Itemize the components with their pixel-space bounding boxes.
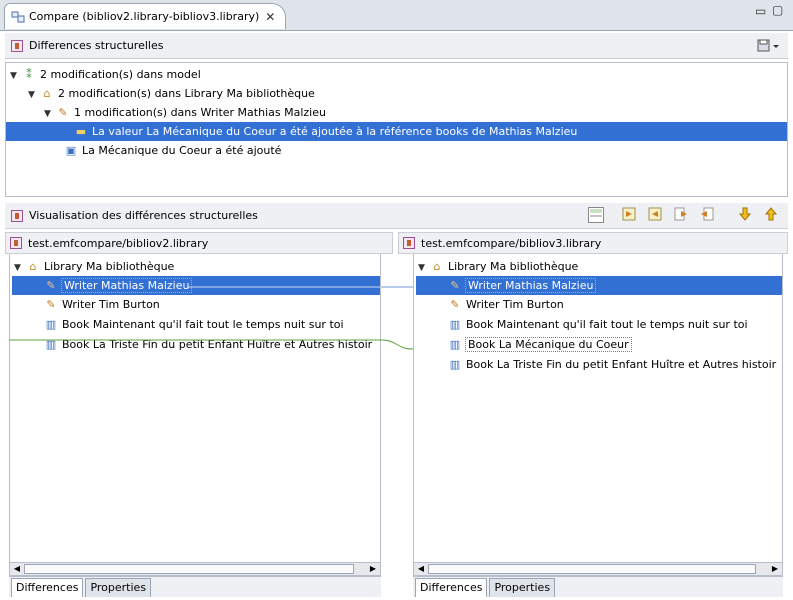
tree-row-label: Writer Mathias Malzieu [464,278,597,293]
tab-properties[interactable]: Properties [85,578,152,597]
copy-all-left-icon [648,207,662,221]
visualisation-header: Visualisation des différences structurel… [5,203,788,229]
editor-tab-title: Compare (bibliov2.library-bibliov3.libra… [29,10,260,23]
toggle-layout-button[interactable] [588,207,604,223]
export-menu-button[interactable] [756,38,782,54]
compare-editor-icon [11,11,25,22]
right-pane-path: test.emfcompare/bibliov3.library [421,236,602,250]
structural-differences-title: Differences structurelles [29,39,164,52]
scroll-right-icon[interactable]: ▶ [366,563,380,575]
model-icon: ⁑ [26,68,32,81]
tab-differences[interactable]: Differences [415,578,488,597]
visualisation-title: Visualisation des différences structurel… [29,209,258,222]
structural-differences-header: Differences structurelles [5,33,788,59]
compare-icon [11,209,23,222]
close-icon[interactable]: ✕ [265,10,275,24]
connector-book [381,339,413,350]
tab-properties[interactable]: Properties [489,578,556,597]
right-bottom-tabs: Differences Properties [413,576,783,597]
scrollbar-thumb[interactable] [24,564,354,574]
previous-difference-button[interactable] [762,206,780,224]
tree-row[interactable]: ▼ ⌂ 2 modification(s) dans Library Ma bibl… [28,84,315,103]
copy-all-left-to-right-button[interactable] [620,206,638,224]
library-icon: ⌂ [29,260,37,273]
tree-row-label: 1 modification(s) dans Writer Mathias Ma… [74,106,326,119]
tree-row-label: Book La Triste Fin du petit Enfant Huîtr… [466,358,777,371]
tab-differences[interactable]: Differences [11,578,84,597]
left-horizontal-scrollbar[interactable]: ◀ ▶ [9,562,381,576]
tree-row-label: Writer Tim Burton [62,298,160,311]
book-icon: ▥ [449,338,461,351]
book-icon: ▥ [449,358,461,371]
tree-row[interactable]: ▼ ⌂ Library Ma bibliothèque [14,257,174,276]
editor-tab-compare[interactable]: Compare (bibliov2.library-bibliov3.libra… [4,3,286,29]
structural-differences-tree[interactable]: ▼ ⁑ 2 modification(s) dans model ▼ ⌂ 2 modif… [5,62,788,197]
scrollbar-thumb[interactable] [428,564,756,574]
copy-current-right-to-left-button[interactable] [698,206,716,224]
tree-row[interactable]: ✎ Writer Tim Burton [44,295,160,314]
left-pane-header: test.emfcompare/bibliov2.library [5,232,393,254]
copy-left-icon [701,207,714,221]
tree-row-label: Library Ma bibliothèque [448,260,579,273]
tree-row-label: Book La Mécanique du Coeur [465,337,632,352]
book-icon: ▥ [449,318,461,331]
writer-icon: ✎ [58,106,68,119]
compare-icon [10,237,22,249]
tree-row-label: La valeur La Mécanique du Coeur a été aj… [92,125,578,138]
compare-icon [11,39,23,52]
expanded-toggle-icon[interactable]: ▼ [10,67,22,86]
tree-row-selected[interactable]: ▬ La valeur La Mécanique du Coeur a été a… [6,122,787,141]
writer-icon: ✎ [450,279,460,292]
compare-icon [403,237,415,249]
scroll-right-icon[interactable]: ▶ [768,563,782,575]
right-pane-tree[interactable]: ▼ ⌂ Library Ma bibliothèque ✎ Writer Mathia… [413,254,783,562]
diff-connector-gutter [381,286,413,350]
maximize-icon[interactable]: ▢ [772,3,783,17]
tree-row-label: Library Ma bibliothèque [44,260,175,273]
tree-row-selected[interactable]: ✎ Writer Mathias Malzieu [416,276,782,295]
tree-row-label: La Mécanique du Coeur a été ajouté [82,144,282,157]
added-reference-icon: ▬ [75,125,87,138]
tree-row[interactable]: ▣ La Mécanique du Coeur a été ajouté [64,141,282,160]
tree-row[interactable]: ✎ Writer Tim Burton [448,295,564,314]
tree-row-label: Book Maintenant qu'il fait tout le temps… [466,318,748,331]
book-icon: ▥ [45,318,57,331]
arrow-up-icon [764,207,778,221]
copy-current-left-to-right-button[interactable] [672,206,690,224]
left-green-line [9,339,381,341]
arrow-down-icon [738,207,752,221]
right-horizontal-scrollbar[interactable]: ◀ ▶ [413,562,783,576]
copy-all-right-to-left-button[interactable] [646,206,664,224]
left-bottom-tabs: Differences Properties [9,576,381,597]
layout-icon [590,209,602,217]
tree-row[interactable]: ▼ ✎ 1 modification(s) dans Writer Mathias … [44,103,326,122]
writer-icon: ✎ [46,279,56,292]
scroll-left-icon[interactable]: ◀ [10,563,24,575]
tree-row[interactable]: ▼ ⁑ 2 modification(s) dans model [10,65,201,84]
tree-row-label: 2 modification(s) dans model [40,68,201,81]
library-icon: ⌂ [433,260,441,273]
right-pane-header: test.emfcompare/bibliov3.library [398,232,788,254]
left-pane-path: test.emfcompare/bibliov2.library [28,236,209,250]
next-difference-button[interactable] [736,206,754,224]
tree-row[interactable]: ▼ ⌂ Library Ma bibliothèque [418,257,578,276]
writer-icon: ✎ [450,298,460,311]
library-icon: ⌂ [43,87,51,100]
scroll-left-icon[interactable]: ◀ [414,563,428,575]
minimize-icon[interactable]: ▭ [755,4,766,18]
book-added-icon: ▣ [65,144,77,157]
save-icon [757,39,779,52]
tree-row-label: Writer Tim Burton [466,298,564,311]
writer-icon: ✎ [46,298,56,311]
copy-right-icon [674,207,687,221]
copy-all-right-icon [622,207,636,221]
tree-row-added[interactable]: ▥ Book La Mécanique du Coeur [448,335,632,354]
tree-row-label: Writer Mathias Malzieu [60,278,193,293]
tree-row[interactable]: ▥ Book La Triste Fin du petit Enfant Huît… [448,355,776,374]
tree-row-label: 2 modification(s) dans Library Ma biblio… [58,87,315,100]
expanded-toggle-icon[interactable]: ▼ [28,86,40,105]
tree-row[interactable]: ▥ Book Maintenant qu'il fait tout le temp… [448,315,748,334]
